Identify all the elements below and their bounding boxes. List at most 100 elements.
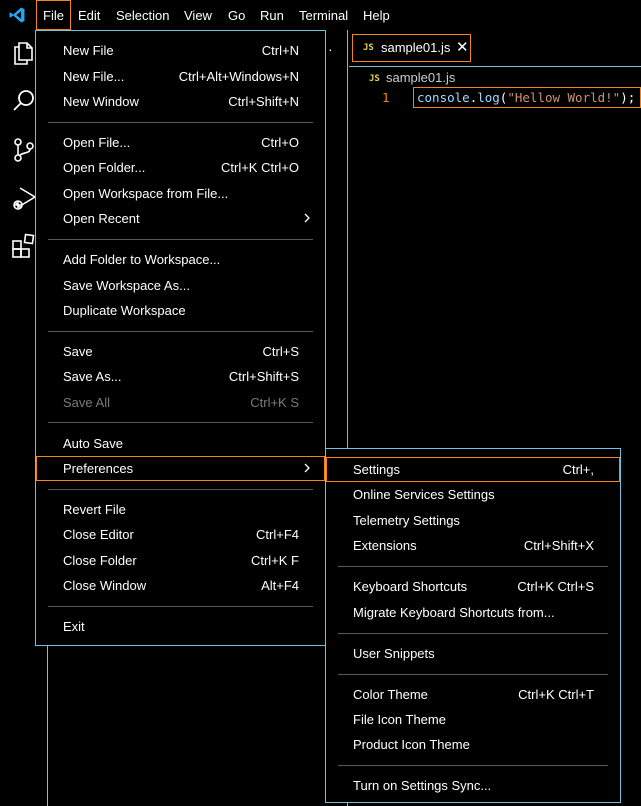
menu-item-label: Extensions [353,538,417,553]
menu-item-shortcut: Ctrl+Shift+N [228,94,299,109]
menu-item-product-icon-theme[interactable]: Product Icon Theme [326,732,620,757]
explorer-icon[interactable] [10,38,38,66]
menu-item-shortcut: Ctrl+S [262,344,299,359]
menu-item-extensions[interactable]: Extensions Ctrl+Shift+X [326,533,620,558]
menu-item-close-folder[interactable]: Close Folder Ctrl+K F [36,548,325,573]
menu-item-shortcut: Ctrl+K Ctrl+S [517,579,594,594]
menu-view[interactable]: View [177,0,219,30]
menu-item-open-folder[interactable]: Open Folder... Ctrl+K Ctrl+O [36,155,325,180]
menu-item-shortcut: Ctrl+Shift+S [228,369,299,384]
menu-item-new-file-ellipsis[interactable]: New File... Ctrl+Alt+Windows+N [36,64,325,89]
menu-item-revert-file[interactable]: Revert File [36,497,325,522]
menu-item-shortcut: Ctrl+, [562,462,594,477]
menu-item-open-file[interactable]: Open File... Ctrl+O [36,130,325,155]
menu-go[interactable]: Go [221,0,252,30]
menu-separator [338,566,608,567]
menu-item-shortcut: Ctrl+Alt+Windows+N [178,69,299,84]
menu-terminal[interactable]: Terminal [292,0,355,30]
source-control-icon[interactable] [10,136,38,164]
run-debug-icon[interactable] [10,184,38,212]
menu-item-close-editor[interactable]: Close Editor Ctrl+F4 [36,522,325,547]
menu-item-label: Open File... [63,135,131,150]
menu-item-label: File Icon Theme [353,712,446,727]
menu-bar: File Edit Selection View Go Run Terminal… [0,0,641,30]
menu-item-label: Close Editor [63,527,134,542]
extensions-icon[interactable] [10,232,38,260]
menu-help[interactable]: Help [356,0,397,30]
menu-item-label: Open Folder... [63,160,146,175]
menu-item-label: Turn on Settings Sync... [353,778,492,793]
menu-item-shortcut: Ctrl+Shift+X [523,538,594,553]
menu-item-duplicate-workspace[interactable]: Duplicate Workspace [36,298,325,323]
chevron-right-icon [304,463,310,473]
menu-item-new-window[interactable]: New Window Ctrl+Shift+N [36,89,325,114]
menu-item-preferences[interactable]: Preferences [36,456,325,481]
menu-item-exit[interactable]: Exit [36,614,325,639]
menu-selection[interactable]: Selection [109,0,176,30]
tab-sample01-js[interactable]: JS sample01.js ✕ [352,34,471,62]
menu-run[interactable]: Run [253,0,291,30]
menu-separator [48,489,313,490]
menu-separator [338,674,608,675]
menu-item-label: Duplicate Workspace [63,303,186,318]
menu-item-settings[interactable]: Settings Ctrl+, [326,457,620,482]
menu-separator [48,606,313,607]
menu-item-label: Online Services Settings [353,487,495,502]
vscode-logo-icon [9,7,25,23]
menu-item-save-as[interactable]: Save As... Ctrl+Shift+S [36,364,325,389]
menu-item-label: Keyboard Shortcuts [353,579,468,594]
menu-item-label: Close Folder [63,553,137,568]
menu-edit[interactable]: Edit [71,0,107,30]
menu-item-close-window[interactable]: Close Window Alt+F4 [36,573,325,598]
menu-item-auto-save[interactable]: Auto Save [36,431,325,456]
menu-item-file-icon-theme[interactable]: File Icon Theme [326,707,620,732]
menu-item-keyboard-shortcuts[interactable]: Keyboard Shortcuts Ctrl+K Ctrl+S [326,574,620,599]
tab-label: sample01.js [381,40,451,55]
menu-item-label: Open Recent [63,211,140,226]
breadcrumb[interactable]: sample01.js [386,70,455,85]
menu-separator [48,422,313,423]
menu-item-label: Save [63,344,93,359]
menu-item-label: Close Window [63,578,147,593]
code-text: console.log("Hellow World!"); [417,90,635,105]
menu-item-shortcut: Alt+F4 [261,578,299,593]
menu-item-label: Color Theme [353,687,428,702]
menu-item-label: New File [63,43,114,58]
menu-item-open-workspace[interactable]: Open Workspace from File... [36,181,325,206]
menu-item-open-recent[interactable]: Open Recent [36,206,325,231]
menu-item-save-workspace-as[interactable]: Save Workspace As... [36,273,325,298]
menu-separator [338,765,608,766]
menu-item-telemetry-settings[interactable]: Telemetry Settings [326,508,620,533]
menu-separator [48,122,313,123]
menu-item-label: Telemetry Settings [353,513,460,528]
preferences-submenu: Settings Ctrl+, Online Services Settings … [325,448,621,803]
menu-file[interactable]: File [36,0,71,30]
menu-item-turn-on-settings-sync[interactable]: Turn on Settings Sync... [326,773,620,798]
menu-item-add-folder[interactable]: Add Folder to Workspace... [36,247,325,272]
code-string: "Hellow World!" [507,90,621,105]
menu-item-shortcut: Ctrl+K F [250,553,299,568]
menu-item-label: Add Folder to Workspace... [63,252,221,267]
menu-item-label: Revert File [63,502,126,517]
menu-separator [338,633,608,634]
code-line[interactable]: console.log("Hellow World!"); [413,87,641,108]
close-icon[interactable]: ✕ [456,38,469,56]
chevron-right-icon [304,213,310,223]
menu-item-label: Migrate Keyboard Shortcuts from... [353,605,555,620]
menu-item-migrate-keyboard-shortcuts[interactable]: Migrate Keyboard Shortcuts from... [326,600,620,625]
menu-item-online-services-settings[interactable]: Online Services Settings [326,482,620,507]
menu-item-save-all: Save All Ctrl+K S [36,390,325,415]
sidebar-more-icon[interactable]: · [328,41,333,57]
line-number: 1 [382,90,390,105]
js-file-icon: JS [369,74,380,84]
search-icon[interactable] [10,87,38,115]
menu-item-color-theme[interactable]: Color Theme Ctrl+K Ctrl+T [326,682,620,707]
menu-item-shortcut: Ctrl+O [261,135,299,150]
menu-item-shortcut: Ctrl+K Ctrl+O [220,160,299,175]
menu-item-user-snippets[interactable]: User Snippets [326,641,620,666]
code-identifier: console [417,90,470,105]
menu-item-shortcut: Ctrl+F4 [256,527,299,542]
menu-item-save[interactable]: Save Ctrl+S [36,339,325,364]
menu-item-new-file[interactable]: New File Ctrl+N [36,38,325,63]
menu-item-label: Save As... [63,369,122,384]
